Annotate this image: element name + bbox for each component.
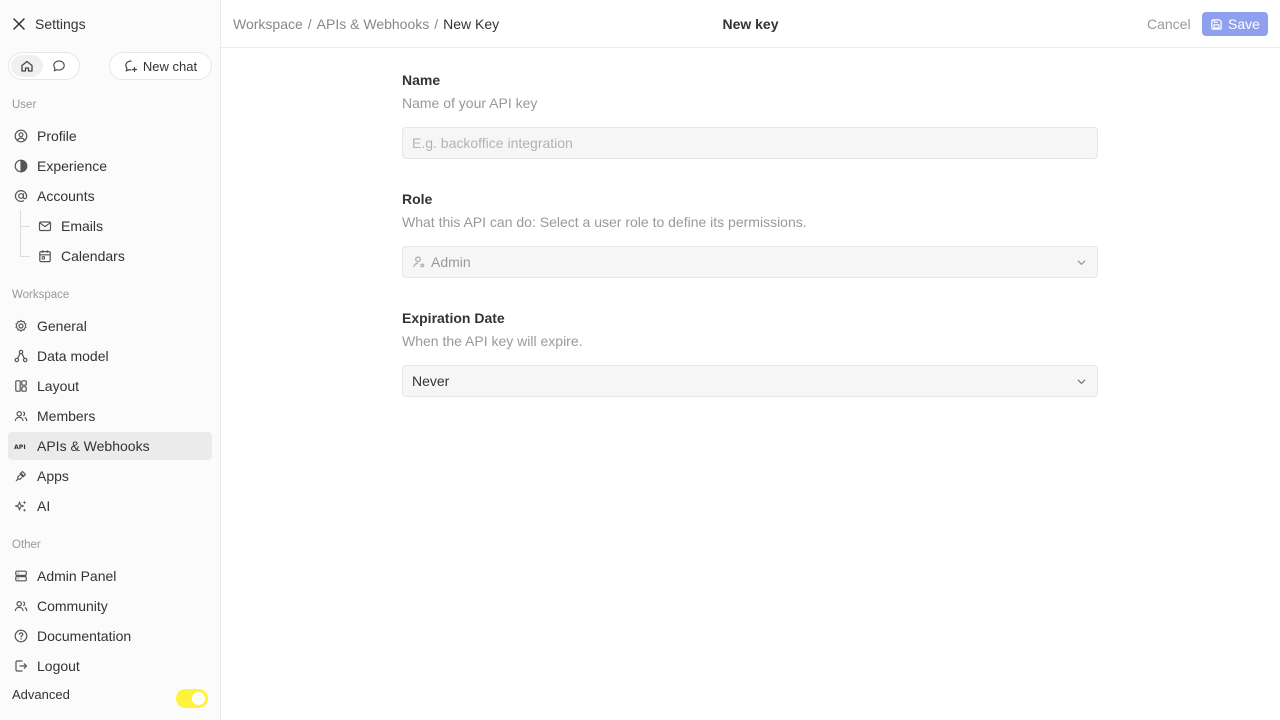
- role-description: What this API can do: Select a user role…: [402, 214, 807, 230]
- sidebar-item-ai[interactable]: AI: [8, 492, 212, 520]
- advanced-label: Advanced: [12, 687, 70, 702]
- role-value: Admin: [431, 254, 471, 270]
- tree-connector: [20, 210, 21, 256]
- user-cog-icon: [412, 255, 426, 269]
- sidebar-tab-switcher: [8, 52, 80, 80]
- sidebar-item-admin-panel[interactable]: Admin Panel: [8, 562, 212, 590]
- chat-bubble-icon: [53, 60, 65, 72]
- svg-text:API: API: [14, 444, 26, 451]
- expiration-description: When the API key will expire.: [402, 333, 583, 349]
- sidebar-item-label: APIs & Webhooks: [37, 438, 150, 454]
- sidebar-item-experience[interactable]: Experience: [8, 152, 212, 180]
- help-circle-icon: [14, 629, 28, 643]
- breadcrumb-separator: /: [307, 16, 312, 32]
- chat-tab[interactable]: [43, 55, 75, 77]
- tree-branch: [20, 256, 30, 257]
- sidebar-header: Settings: [0, 0, 220, 48]
- home-icon: [21, 60, 33, 72]
- users-group-icon: [14, 599, 28, 613]
- chevron-down-icon: [1075, 375, 1087, 387]
- server-icon: [14, 569, 28, 583]
- sidebar-item-accounts[interactable]: Accounts: [8, 182, 212, 210]
- user-circle-icon: [14, 129, 28, 143]
- section-label-workspace: Workspace: [12, 289, 70, 301]
- sidebar-item-label: Experience: [37, 158, 108, 174]
- sidebar-item-apis-webhooks[interactable]: API APIs & Webhooks: [8, 432, 212, 460]
- sidebar-item-calendars[interactable]: Calendars: [32, 242, 212, 270]
- hierarchy-icon: [14, 349, 28, 363]
- close-icon[interactable]: [12, 17, 26, 31]
- name-label: Name: [402, 72, 441, 88]
- name-input[interactable]: [402, 127, 1098, 159]
- page-header: Workspace / APIs & Webhooks / New Key Ne…: [221, 0, 1280, 48]
- plug-icon: [14, 469, 28, 483]
- sidebar-item-label: Admin Panel: [37, 568, 117, 584]
- sidebar-item-label: AI: [37, 498, 51, 514]
- api-icon: API: [14, 439, 28, 453]
- role-select[interactable]: Admin: [402, 246, 1098, 278]
- sidebar-item-data-model[interactable]: Data model: [8, 342, 212, 370]
- toggle-knob: [192, 692, 205, 705]
- advanced-toggle[interactable]: [176, 689, 208, 708]
- sidebar-item-label: Accounts: [37, 188, 95, 204]
- new-chat-label: New chat: [142, 58, 198, 74]
- breadcrumb: Workspace / APIs & Webhooks / New Key: [233, 16, 499, 32]
- sidebar-item-label: Apps: [37, 468, 69, 484]
- home-tab[interactable]: [11, 55, 43, 77]
- sidebar-item-general[interactable]: General: [8, 312, 212, 340]
- settings-sidebar: Settings New chat User Profile Experienc…: [0, 0, 221, 720]
- new-chat-button[interactable]: New chat: [109, 52, 212, 80]
- sparkles-icon: [14, 499, 28, 513]
- sidebar-item-logout[interactable]: Logout: [8, 652, 212, 680]
- sidebar-item-label: Members: [37, 408, 96, 424]
- sidebar-item-profile[interactable]: Profile: [8, 122, 212, 150]
- sidebar-item-emails[interactable]: Emails: [32, 212, 212, 240]
- cancel-button[interactable]: Cancel: [1147, 16, 1191, 32]
- role-label: Role: [402, 191, 433, 207]
- sidebar-item-members[interactable]: Members: [8, 402, 212, 430]
- sidebar-item-label: Data model: [37, 348, 109, 364]
- gear-icon: [14, 319, 28, 333]
- new-chat-icon: [125, 60, 137, 73]
- mail-icon: [38, 219, 52, 233]
- save-button[interactable]: Save: [1202, 12, 1268, 36]
- sidebar-item-layout[interactable]: Layout: [8, 372, 212, 400]
- sidebar-item-community[interactable]: Community: [8, 592, 212, 620]
- sidebar-item-label: Community: [37, 598, 108, 614]
- color-swatch-icon: [14, 159, 28, 173]
- breadcrumb-apis-webhooks[interactable]: APIs & Webhooks: [317, 16, 430, 32]
- sidebar-item-label: Documentation: [37, 628, 132, 644]
- sidebar-item-label: Calendars: [61, 248, 125, 264]
- sidebar-item-label: General: [37, 318, 87, 334]
- breadcrumb-workspace[interactable]: Workspace: [233, 16, 303, 32]
- save-icon: [1211, 18, 1222, 30]
- sidebar-item-apps[interactable]: Apps: [8, 462, 212, 490]
- section-label-user: User: [12, 99, 37, 111]
- layout-icon: [14, 379, 28, 393]
- users-icon: [14, 409, 28, 423]
- chevron-down-icon: [1075, 256, 1087, 268]
- expiration-select[interactable]: Never: [402, 365, 1098, 397]
- sidebar-item-label: Layout: [37, 378, 80, 394]
- sidebar-item-label: Logout: [37, 658, 80, 674]
- calendar-icon: [38, 249, 52, 263]
- at-sign-icon: [14, 189, 28, 203]
- breadcrumb-current: New Key: [443, 16, 500, 32]
- tree-branch: [20, 226, 30, 227]
- breadcrumb-separator: /: [434, 16, 439, 32]
- sidebar-title: Settings: [35, 16, 86, 32]
- sidebar-item-label: Emails: [61, 218, 104, 234]
- expiration-label: Expiration Date: [402, 310, 505, 326]
- expiration-value: Never: [412, 373, 450, 389]
- save-label: Save: [1228, 16, 1260, 32]
- section-label-other: Other: [12, 539, 41, 551]
- logout-icon: [14, 659, 28, 673]
- sidebar-item-documentation[interactable]: Documentation: [8, 622, 212, 650]
- sidebar-item-label: Profile: [37, 128, 77, 144]
- name-description: Name of your API key: [402, 95, 538, 111]
